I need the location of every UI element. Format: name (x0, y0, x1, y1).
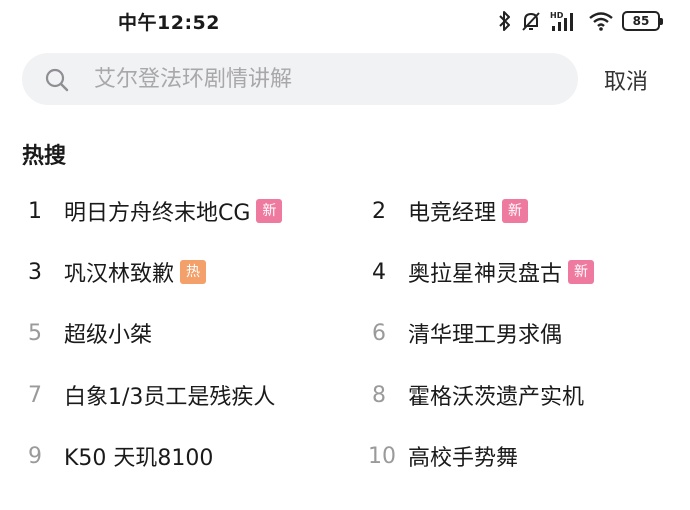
hot-item-5[interactable]: 5 超级小桀 (28, 316, 152, 350)
hot-item-2[interactable]: 2 电竞经理 新 (372, 194, 529, 228)
hot-item-rank: 10 (368, 443, 396, 469)
new-badge: 新 (502, 199, 529, 223)
hot-item-7[interactable]: 7 白象1/3员工是残疾人 (28, 378, 275, 412)
new-badge: 新 (568, 260, 595, 284)
hot-item-rank: 6 (372, 320, 386, 346)
hot-item-rank: 4 (372, 259, 386, 285)
hot-item-text: 清华理工男求偶 (408, 323, 563, 348)
hot-item-3[interactable]: 3 巩汉林致歉 热 (28, 255, 207, 289)
hot-badge: 热 (180, 260, 207, 284)
hot-item-rank: 7 (28, 382, 42, 408)
hot-item-rank: 5 (28, 320, 42, 346)
hot-search-title: 热搜 (22, 144, 67, 169)
wifi-icon (588, 10, 614, 32)
hot-item-6[interactable]: 6 清华理工男求偶 (372, 316, 562, 350)
screen: 中午12:52 HD 85 取消 热搜 1 (0, 0, 690, 510)
hot-item-text: 高校手势舞 (408, 446, 519, 471)
hot-item-1[interactable]: 1 明日方舟终末地CG 新 (28, 194, 283, 228)
bluetooth-icon (498, 10, 512, 32)
hot-item-10[interactable]: 10 高校手势舞 (368, 439, 518, 473)
hot-item-text: 电竞经理 (408, 201, 497, 226)
search-icon (44, 67, 70, 97)
battery-icon: 85 (622, 11, 663, 31)
status-bar: 中午12:52 HD 85 (0, 0, 690, 40)
bell-muted-icon (520, 10, 542, 32)
hot-item-text: 明日方舟终末地CG (64, 201, 251, 226)
search-input[interactable] (94, 61, 554, 97)
hot-item-text: 巩汉林致歉 (64, 262, 175, 287)
hot-item-rank: 9 (28, 443, 42, 469)
hot-item-rank: 2 (372, 198, 386, 224)
hot-item-text: 超级小桀 (64, 323, 153, 348)
hot-item-9[interactable]: 9 K50 天玑8100 (28, 439, 213, 473)
new-badge: 新 (256, 199, 283, 223)
hot-item-rank: 8 (372, 382, 386, 408)
hot-item-text: K50 天玑8100 (64, 446, 214, 471)
hot-item-text: 霍格沃茨遗产实机 (408, 385, 585, 410)
hd-signal-icon: HD (550, 10, 580, 32)
search-bar[interactable] (22, 53, 578, 105)
hot-item-4[interactable]: 4 奥拉星神灵盘古 新 (372, 255, 595, 289)
status-time: 中午12:52 (118, 12, 220, 34)
hot-item-text: 奥拉星神灵盘古 (408, 262, 563, 287)
svg-text:HD: HD (550, 11, 564, 20)
battery-level: 85 (632, 14, 650, 28)
status-icons: HD 85 (498, 9, 663, 33)
hot-item-text: 白象1/3员工是残疾人 (64, 385, 276, 410)
hot-item-rank: 3 (28, 259, 42, 285)
hot-item-8[interactable]: 8 霍格沃茨遗产实机 (372, 378, 584, 412)
hot-item-rank: 1 (28, 198, 42, 224)
cancel-button[interactable]: 取消 (604, 64, 648, 96)
